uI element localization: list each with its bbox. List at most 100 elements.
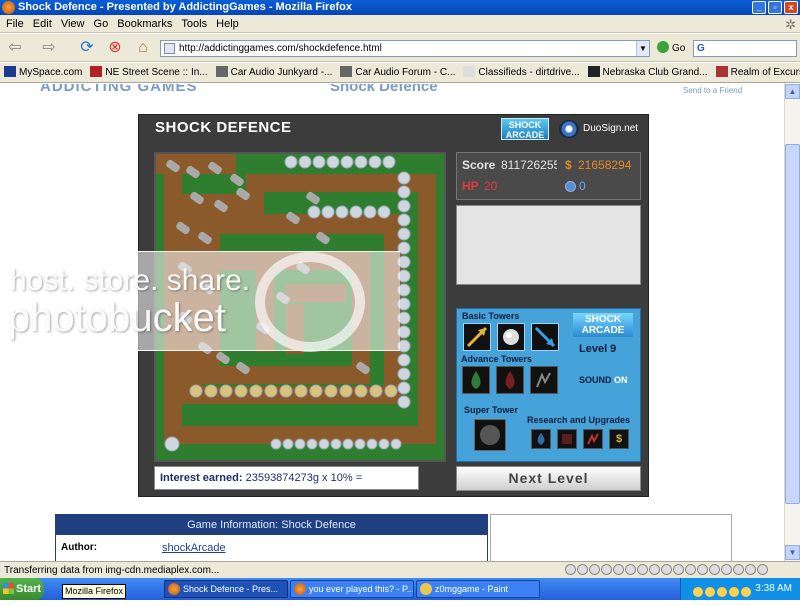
back-arrow-icon[interactable]: ⇦ [4, 38, 26, 58]
start-button[interactable]: Start [0, 578, 44, 600]
tower-orb[interactable] [366, 438, 378, 450]
super-tower-button[interactable] [474, 419, 506, 451]
tower-orb[interactable] [340, 155, 354, 169]
tower-orb[interactable] [397, 185, 411, 199]
tray-icon[interactable] [717, 587, 727, 597]
addon-icon[interactable] [733, 564, 744, 575]
tower-orb[interactable] [390, 438, 402, 450]
menu-bookmarks[interactable]: Bookmarks [117, 15, 172, 33]
lightning-tower-button[interactable] [530, 366, 558, 394]
shock-arcade-logo[interactable]: SHOCK ARCADE [501, 118, 549, 140]
addon-icon[interactable] [577, 564, 588, 575]
addon-icon[interactable] [685, 564, 696, 575]
forward-arrow-icon[interactable]: ⇨ [38, 38, 60, 58]
tray-icon[interactable] [741, 587, 751, 597]
menu-edit[interactable]: Edit [33, 15, 52, 33]
tray-icon[interactable] [729, 587, 739, 597]
stop-icon[interactable]: ⊗ [104, 38, 126, 58]
menu-help[interactable]: Help [216, 15, 239, 33]
shock-tower-button[interactable] [531, 323, 559, 351]
addon-icon[interactable] [649, 564, 660, 575]
tower-orb[interactable] [189, 384, 203, 398]
tower-orb[interactable] [397, 381, 411, 395]
addon-icon[interactable] [625, 564, 636, 575]
tower-orb[interactable] [369, 384, 383, 398]
addon-icon[interactable] [613, 564, 624, 575]
tower-orb[interactable] [382, 155, 396, 169]
home-icon[interactable]: ⌂ [132, 38, 154, 58]
bookmark-item[interactable]: Car Audio Junkyard -... [215, 63, 332, 82]
tower-orb[interactable] [397, 367, 411, 381]
tower-orb[interactable] [349, 205, 363, 219]
tower-orb[interactable] [354, 384, 368, 398]
reload-icon[interactable]: ⟳ [76, 38, 98, 58]
tray-icon[interactable] [705, 587, 715, 597]
next-level-button[interactable]: Next Level [456, 466, 641, 491]
duosign-logo[interactable]: DuoSign.net [559, 120, 643, 138]
tower-orb[interactable] [306, 438, 318, 450]
chevron-down-icon[interactable]: ▼ [636, 41, 649, 56]
scroll-thumb[interactable] [785, 144, 800, 504]
taskbar-item-forum[interactable]: you ever played this? - P... [290, 580, 414, 598]
addon-icon[interactable] [637, 564, 648, 575]
tower-orb[interactable] [368, 155, 382, 169]
tower-orb[interactable] [321, 205, 335, 219]
tower-orb[interactable] [298, 155, 312, 169]
addon-icon[interactable] [745, 564, 756, 575]
tower-orb[interactable] [219, 384, 233, 398]
tower-orb[interactable] [309, 384, 323, 398]
taskbar-item-paint[interactable]: z0mggame - Paint [416, 580, 540, 598]
tower-orb[interactable] [312, 155, 326, 169]
bookmark-item[interactable]: Nebraska Club Grand... [587, 63, 708, 82]
poison-tower-button[interactable] [462, 366, 490, 394]
addon-icon[interactable] [589, 564, 600, 575]
bookmark-item[interactable]: NE Street Scene :: In... [90, 63, 208, 82]
bookmark-item[interactable]: Classifieds - dirtdrive... [463, 63, 580, 82]
tower-orb[interactable] [326, 155, 340, 169]
addon-icon[interactable] [709, 564, 720, 575]
tower-orb[interactable] [164, 436, 180, 452]
search-input[interactable]: G [693, 40, 797, 57]
menu-go[interactable]: Go [94, 15, 109, 33]
page-scrollbar[interactable]: ▲ ▼ [784, 84, 800, 561]
tower-orb[interactable] [378, 438, 390, 450]
sound-toggle[interactable]: SOUND ON [579, 375, 628, 385]
tower-orb[interactable] [339, 384, 353, 398]
addon-icon[interactable] [757, 564, 768, 575]
tower-orb[interactable] [397, 199, 411, 213]
bookmark-item[interactable]: Realm of Excursion [715, 63, 800, 82]
upgrade-interest-button[interactable]: $ [609, 429, 629, 449]
tower-orb[interactable] [307, 205, 321, 219]
go-button[interactable]: Go [657, 41, 685, 54]
send-to-friend-link[interactable]: Send to a Friend [683, 86, 742, 95]
tower-orb[interactable] [397, 171, 411, 185]
tower-orb[interactable] [318, 438, 330, 450]
tower-orb[interactable] [384, 384, 398, 398]
tower-orb[interactable] [294, 438, 306, 450]
tower-orb[interactable] [377, 205, 391, 219]
scroll-up-icon[interactable]: ▲ [785, 84, 800, 99]
tower-orb[interactable] [324, 384, 338, 398]
tower-orb[interactable] [249, 384, 263, 398]
upgrade-freeze-button[interactable] [531, 429, 551, 449]
tower-orb[interactable] [397, 227, 411, 241]
addon-icon[interactable] [601, 564, 612, 575]
bookmark-item[interactable]: Car Audio Forum - C... [340, 63, 455, 82]
tower-orb[interactable] [397, 353, 411, 367]
tower-orb[interactable] [204, 384, 218, 398]
maximize-button[interactable]: ▫ [768, 1, 782, 14]
tower-orb[interactable] [335, 205, 349, 219]
tower-orb[interactable] [397, 395, 411, 409]
tower-orb[interactable] [397, 213, 411, 227]
tower-orb[interactable] [264, 384, 278, 398]
addon-icon[interactable] [721, 564, 732, 575]
orb-tower-button[interactable] [497, 323, 525, 351]
addon-icon[interactable] [697, 564, 708, 575]
arrow-tower-button[interactable] [463, 323, 491, 351]
tower-orb[interactable] [234, 384, 248, 398]
menu-tools[interactable]: Tools [181, 15, 207, 33]
bookmark-item[interactable]: MySpace.com [4, 63, 82, 82]
tower-orb[interactable] [279, 384, 293, 398]
author-link[interactable]: shockArcade [162, 542, 226, 554]
tower-orb[interactable] [354, 438, 366, 450]
